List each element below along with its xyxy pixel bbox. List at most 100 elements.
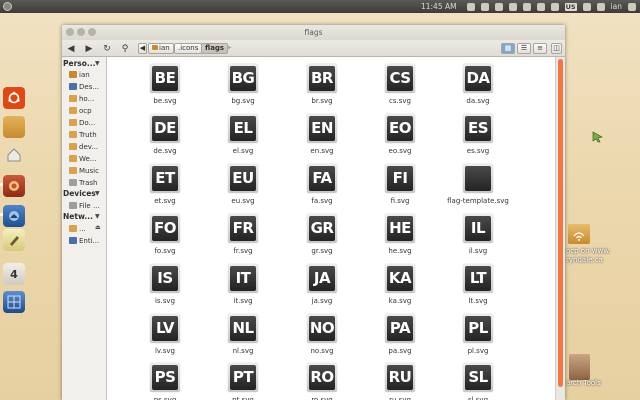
user-name[interactable]: ian xyxy=(611,2,622,11)
section-header-network[interactable]: Netw... xyxy=(63,212,93,221)
mail-icon[interactable] xyxy=(550,2,559,11)
vertical-scrollbar[interactable] xyxy=(555,57,565,400)
breadcrumb-item[interactable]: ian xyxy=(148,43,174,54)
file-item[interactable]: FI fi.svg xyxy=(364,157,434,206)
file-item[interactable]: EN en.svg xyxy=(286,107,356,156)
volume-icon[interactable] xyxy=(582,2,591,11)
file-item[interactable]: flag-template.svg xyxy=(442,157,512,206)
breadcrumb-item-current[interactable]: flags xyxy=(201,43,229,54)
workspace-switcher-icon[interactable] xyxy=(3,144,25,166)
compact-view-button[interactable]: ≡ xyxy=(533,43,547,54)
thunderbird-icon[interactable] xyxy=(3,205,25,227)
forward-arrow-icon[interactable]: ▶ xyxy=(84,43,94,54)
ubuntu-logo-icon[interactable] xyxy=(3,87,25,109)
sidebar-item-filesystem[interactable]: File ... xyxy=(69,200,100,211)
breadcrumb-right-arrow-icon[interactable]: ▶ xyxy=(227,44,232,51)
wifi-icon[interactable] xyxy=(494,2,503,11)
sidebar-item-trash[interactable]: Trash xyxy=(69,177,98,188)
text-editor-icon[interactable] xyxy=(3,229,25,251)
file-item[interactable]: GR gr.svg xyxy=(286,207,356,256)
sidebar-item-music[interactable]: Music xyxy=(69,165,99,176)
breadcrumb-item[interactable]: .icons xyxy=(174,43,203,54)
file-item[interactable]: JA ja.svg xyxy=(286,257,356,306)
file-item[interactable]: SL sl.svg xyxy=(442,356,512,400)
file-item[interactable]: ES es.svg xyxy=(442,107,512,156)
bluetooth-icon[interactable] xyxy=(480,2,489,11)
window-titlebar[interactable]: flags xyxy=(62,25,565,40)
file-item[interactable]: LV lv.svg xyxy=(129,307,199,356)
collapse-arrow-icon[interactable]: ▼ xyxy=(95,60,100,67)
back-arrow-icon[interactable]: ◀ xyxy=(66,43,76,54)
breadcrumb-left-arrow-icon[interactable]: ◀ xyxy=(138,43,147,54)
inkscape-icon[interactable]: 4 xyxy=(3,263,25,285)
battery-icon[interactable] xyxy=(522,2,531,11)
scrollbar-thumb[interactable] xyxy=(558,59,563,387)
file-item[interactable]: HE he.svg xyxy=(364,207,434,256)
cursor-arrow-icon xyxy=(592,131,604,145)
minimize-window-button[interactable] xyxy=(77,28,85,36)
file-item[interactable]: FO fo.svg xyxy=(129,207,199,256)
file-item[interactable]: ET et.svg xyxy=(129,157,199,206)
sidebar-item-truth[interactable]: Truth xyxy=(69,129,97,140)
file-item[interactable]: IT it.svg xyxy=(207,257,277,306)
sidebar-item-network-folder[interactable]: ... xyxy=(69,223,86,234)
clock[interactable]: 11:45 AM xyxy=(421,2,457,11)
file-item[interactable]: PA pa.svg xyxy=(364,307,434,356)
file-item[interactable]: BG bg.svg xyxy=(207,57,277,106)
firefox-icon[interactable] xyxy=(3,175,25,197)
sidebar-item-ian[interactable]: ian xyxy=(69,69,90,80)
close-window-button[interactable] xyxy=(66,28,74,36)
section-header-personal[interactable]: Perso... xyxy=(63,59,95,68)
collapse-arrow-icon[interactable]: ▼ xyxy=(95,190,100,197)
session-gear-icon[interactable] xyxy=(628,2,636,11)
icon-view-button[interactable]: ▦ xyxy=(501,43,515,54)
file-item[interactable]: RU ru.svg xyxy=(364,356,434,400)
maximize-window-button[interactable] xyxy=(88,28,96,36)
file-item[interactable]: BR br.svg xyxy=(286,57,356,106)
file-item[interactable]: RO ro.svg xyxy=(286,356,356,400)
file-item[interactable]: NO no.svg xyxy=(286,307,356,356)
file-item[interactable]: NL nl.svg xyxy=(207,307,277,356)
power-menu-icon[interactable] xyxy=(3,2,12,11)
sidebar-item-desktop[interactable]: Des... xyxy=(69,81,99,92)
file-item[interactable]: EL el.svg xyxy=(207,107,277,156)
sidebar-item-ho[interactable]: ho... xyxy=(69,93,94,104)
keyboard-layout[interactable]: US xyxy=(564,2,577,11)
sidebar-item-we[interactable]: We... xyxy=(69,153,97,164)
eject-icon[interactable]: ⏏ xyxy=(95,224,101,231)
list-view-button[interactable]: ☰ xyxy=(517,43,531,54)
home-folder-icon[interactable] xyxy=(3,116,25,138)
book-icon[interactable] xyxy=(569,354,590,380)
workspaces-icon[interactable] xyxy=(3,291,25,313)
network-icon[interactable] xyxy=(536,2,545,11)
collapse-arrow-icon[interactable]: ▼ xyxy=(95,213,100,220)
file-item[interactable]: KA ka.svg xyxy=(364,257,434,306)
file-item[interactable]: PL pl.svg xyxy=(442,307,512,356)
file-item[interactable]: DA da.svg xyxy=(442,57,512,106)
file-item[interactable]: LT lt.svg xyxy=(442,257,512,306)
network-folder-icon[interactable] xyxy=(568,224,590,244)
desktop-item-label[interactable]: arch Tools xyxy=(566,379,601,387)
sidebar-item-documents[interactable]: Do... xyxy=(69,117,95,128)
sync-icon[interactable] xyxy=(466,2,475,11)
desktop-item-label[interactable]: ocp on www. xyxy=(566,247,611,255)
file-item[interactable]: CS cs.svg xyxy=(364,57,434,106)
file-item[interactable]: FR fr.svg xyxy=(207,207,277,256)
columns-icon[interactable]: ◫ xyxy=(551,43,562,54)
reload-icon[interactable]: ↻ xyxy=(102,43,112,54)
file-item[interactable]: IS is.svg xyxy=(129,257,199,306)
sidebar-item-ocp[interactable]: ocp xyxy=(69,105,92,116)
file-item[interactable]: EU eu.svg xyxy=(207,157,277,206)
section-header-devices[interactable]: Devices xyxy=(63,189,96,198)
search-icon[interactable]: ⚲ xyxy=(120,43,130,54)
sidebar-item-dev[interactable]: dev... xyxy=(69,141,98,152)
cloud-icon[interactable] xyxy=(508,2,517,11)
file-item[interactable]: EO eo.svg xyxy=(364,107,434,156)
file-item[interactable]: FA fa.svg xyxy=(286,157,356,206)
sidebar-item-entire-network[interactable]: Enti... xyxy=(69,235,99,246)
file-item[interactable]: IL il.svg xyxy=(442,207,512,256)
file-item[interactable]: PT pt.svg xyxy=(207,356,277,400)
file-item[interactable]: DE de.svg xyxy=(129,107,199,156)
file-item[interactable]: BE be.svg xyxy=(129,57,199,106)
file-item[interactable]: PS ps.svg xyxy=(129,356,199,400)
